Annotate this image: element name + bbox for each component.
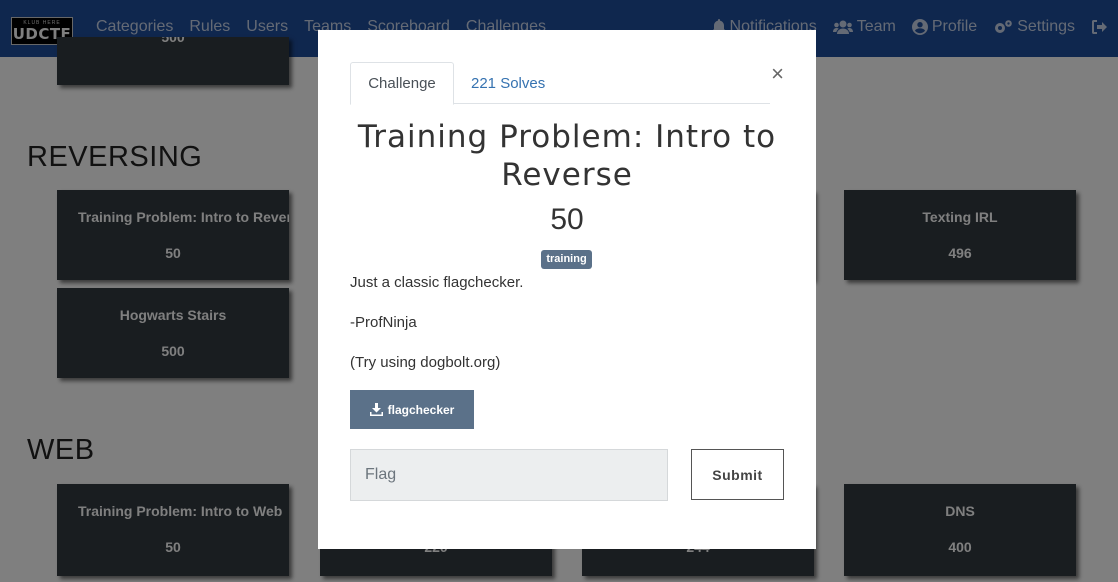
download-icon: [369, 403, 383, 416]
description-line: -ProfNinja: [350, 314, 417, 331]
description-line: (Try using dogbolt.org): [350, 354, 501, 371]
file-download-button[interactable]: flagchecker: [350, 390, 474, 429]
tab-challenge[interactable]: Challenge: [350, 62, 454, 105]
modal-tabs: Challenge 221 Solves: [350, 62, 770, 105]
submit-button[interactable]: Submit: [691, 449, 784, 500]
challenge-tag: training: [541, 250, 592, 269]
file-download-label: flagchecker: [387, 402, 455, 417]
description-line: Just a classic flagchecker.: [350, 274, 524, 291]
challenge-value: 50: [550, 203, 584, 236]
challenge-modal: Challenge 221 Solves × Training Problem:…: [318, 30, 816, 549]
challenge-title: Training Problem: Intro to Reverse: [357, 119, 777, 193]
close-icon[interactable]: ×: [771, 63, 784, 85]
flag-input[interactable]: [350, 449, 668, 501]
tab-solves[interactable]: 221 Solves: [471, 62, 545, 104]
